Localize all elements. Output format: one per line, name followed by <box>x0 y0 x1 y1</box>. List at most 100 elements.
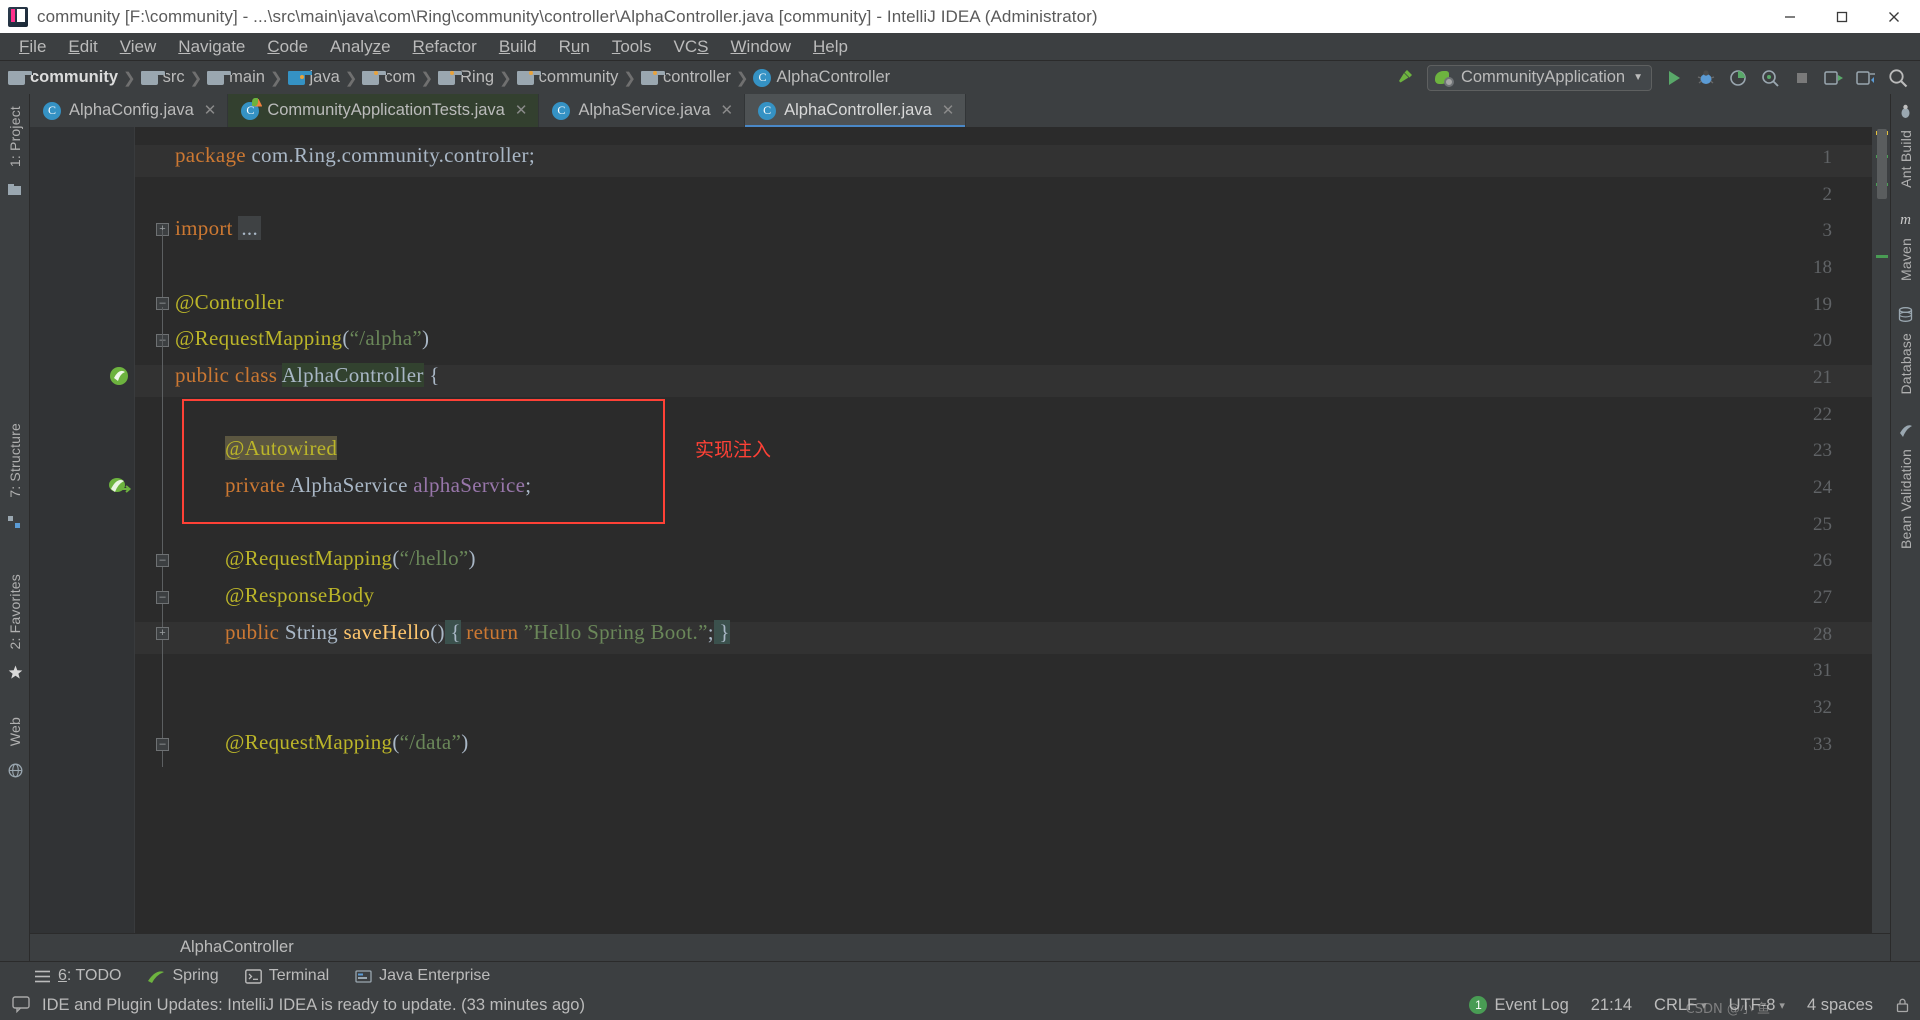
menu-bar: File Edit View Navigate Code Analyze Ref… <box>0 33 1920 61</box>
maven-m-icon[interactable]: m <box>1897 210 1914 232</box>
breadcrumb-item-java[interactable]: java <box>287 68 340 87</box>
toolwindow-spring[interactable]: Spring <box>147 967 219 985</box>
spring-autowired-gutter-icon[interactable] <box>108 475 132 497</box>
sidebar-item-project[interactable]: 1: Project <box>7 100 23 173</box>
ant-icon[interactable] <box>1898 104 1913 124</box>
menu-navigate[interactable]: Navigate <box>167 34 256 60</box>
java-class-icon: C <box>753 68 772 87</box>
breadcrumb-item-community-pkg[interactable]: community <box>516 68 618 87</box>
lock-icon[interactable] <box>1895 997 1910 1013</box>
tab-alphacontroller[interactable]: C AlphaController.java ✕ <box>745 94 967 127</box>
sidebar-item-database[interactable]: Database <box>1898 327 1914 401</box>
close-icon[interactable]: ✕ <box>942 103 955 118</box>
breadcrumb-item-alphacontroller[interactable]: C AlphaController <box>753 68 890 87</box>
menu-help[interactable]: Help <box>802 34 859 60</box>
hammer-build-icon[interactable] <box>1390 64 1420 92</box>
window-controls <box>1764 0 1920 33</box>
close-icon[interactable] <box>1868 0 1920 33</box>
menu-vcs[interactable]: VCS <box>663 34 720 60</box>
sidebar-item-web[interactable]: Web <box>7 711 23 752</box>
minimize-icon[interactable] <box>1764 0 1816 33</box>
project-tree-icon[interactable] <box>7 183 22 197</box>
collapse-fold-icon[interactable]: – <box>156 591 169 604</box>
breadcrumb-item-ring[interactable]: Ring <box>438 68 494 87</box>
collapse-method-fold-icon[interactable]: – <box>156 554 169 567</box>
search-everywhere-icon[interactable] <box>1883 64 1913 92</box>
close-icon[interactable]: ✕ <box>515 103 528 118</box>
event-log-count-badge: 1 <box>1469 996 1488 1014</box>
breadcrumb-item-com[interactable]: com <box>362 68 416 87</box>
editor-gutter[interactable] <box>30 127 135 933</box>
favorites-star-icon[interactable] <box>8 665 22 680</box>
code-line-23: @Autowired <box>225 436 338 460</box>
breadcrumb-item-controller[interactable]: controller <box>641 68 731 87</box>
menu-edit[interactable]: Edit <box>57 34 108 60</box>
line-separator-selector[interactable]: CRLF ▾ <box>1654 996 1707 1015</box>
run-button[interactable] <box>1659 64 1689 92</box>
structure-icon[interactable] <box>7 514 22 528</box>
sidebar-item-favorites[interactable]: 2: Favorites <box>7 568 23 656</box>
menu-code[interactable]: Code <box>256 34 319 60</box>
breadcrumb-label: community <box>30 68 119 86</box>
code-content[interactable]: package com.Ring.community.controller; i… <box>175 127 1890 933</box>
breadcrumb-label: controller <box>663 68 731 86</box>
expand-body-fold-icon[interactable]: + <box>156 627 169 640</box>
menu-run[interactable]: Run <box>548 34 601 60</box>
run-with-coverage-icon[interactable] <box>1723 64 1753 92</box>
sidebar-item-structure[interactable]: 7: Structure <box>7 417 23 504</box>
folder-icon <box>8 70 33 85</box>
spring-bean-gutter-icon[interactable] <box>108 365 130 387</box>
stop-square-icon[interactable] <box>1787 64 1817 92</box>
editor-marker-column[interactable] <box>1872 127 1890 933</box>
menu-analyze[interactable]: Analyze <box>319 34 402 60</box>
maximize-icon[interactable] <box>1816 0 1868 33</box>
close-icon[interactable]: ✕ <box>721 103 734 118</box>
java-class-icon: C <box>43 101 61 120</box>
sidebar-item-bean-validation[interactable]: Bean Validation <box>1898 443 1914 555</box>
package-folder-icon <box>641 70 666 85</box>
update-project-icon[interactable] <box>1819 64 1849 92</box>
commit-icon[interactable] <box>1851 64 1881 92</box>
menu-file[interactable]: File <box>8 34 57 60</box>
code-editor[interactable]: 1 2 3 18 19 20 21 22 23 24 25 26 27 28 3… <box>30 127 1890 933</box>
menu-tools[interactable]: Tools <box>601 34 663 60</box>
tab-alphaconfig[interactable]: C AlphaConfig.java ✕ <box>30 94 229 127</box>
editor-footer-breadcrumb[interactable]: AlphaController <box>30 933 1890 961</box>
menu-refactor[interactable]: Refactor <box>402 34 488 60</box>
encoding-selector[interactable]: UTF-8 ▾ <box>1729 996 1785 1015</box>
vertical-scrollbar-thumb[interactable] <box>1877 129 1887 199</box>
tab-communityapplicationtests[interactable]: C CommunityApplicationTests.java ✕ <box>228 94 540 127</box>
menu-window[interactable]: Window <box>720 34 802 60</box>
code-line-21: public class AlphaController { <box>175 363 440 387</box>
close-icon[interactable]: ✕ <box>204 103 217 118</box>
bean-validation-icon[interactable] <box>1898 422 1914 443</box>
debug-bug-icon[interactable] <box>1691 64 1721 92</box>
change-marker[interactable] <box>1876 255 1888 258</box>
toolwindow-java-enterprise[interactable]: Java Enterprise <box>355 967 490 985</box>
source-root-folder-icon <box>287 70 313 85</box>
breadcrumb-item-main[interactable]: main <box>207 68 265 87</box>
sidebar-item-ant-build[interactable]: Ant Build <box>1898 124 1914 194</box>
notification-balloon-icon[interactable] <box>12 995 32 1015</box>
profiler-icon[interactable] <box>1755 64 1785 92</box>
database-icon[interactable] <box>1898 306 1913 327</box>
event-log-button[interactable]: 1 Event Log <box>1469 996 1569 1015</box>
folded-imports[interactable]: ... <box>238 216 262 240</box>
sidebar-item-maven[interactable]: Maven <box>1898 232 1914 287</box>
status-message[interactable]: IDE and Plugin Updates: IntelliJ IDEA is… <box>42 996 585 1015</box>
main-toolbar: CommunityApplication ▼ <box>1389 61 1914 94</box>
code-line-28: public String saveHello() { return ”Hell… <box>225 620 730 644</box>
toolwindow-terminal[interactable]: Terminal <box>244 967 329 985</box>
chevron-updown-icon: ▾ <box>1779 999 1785 1012</box>
breadcrumb-item-src[interactable]: src <box>140 68 185 87</box>
tab-alphaservice[interactable]: C AlphaService.java ✕ <box>539 94 746 127</box>
toolwindow-todo[interactable]: 6: TODO <box>34 967 121 985</box>
menu-view[interactable]: View <box>109 34 168 60</box>
breadcrumb-item-community[interactable]: community <box>8 68 118 87</box>
collapse-method-fold-icon[interactable]: – <box>156 738 169 751</box>
package-folder-icon <box>438 70 464 85</box>
run-configuration-selector[interactable]: CommunityApplication ▼ <box>1426 64 1652 91</box>
indent-selector[interactable]: 4 spaces <box>1807 996 1873 1015</box>
web-globe-icon[interactable] <box>8 763 22 778</box>
menu-build[interactable]: Build <box>488 34 548 60</box>
